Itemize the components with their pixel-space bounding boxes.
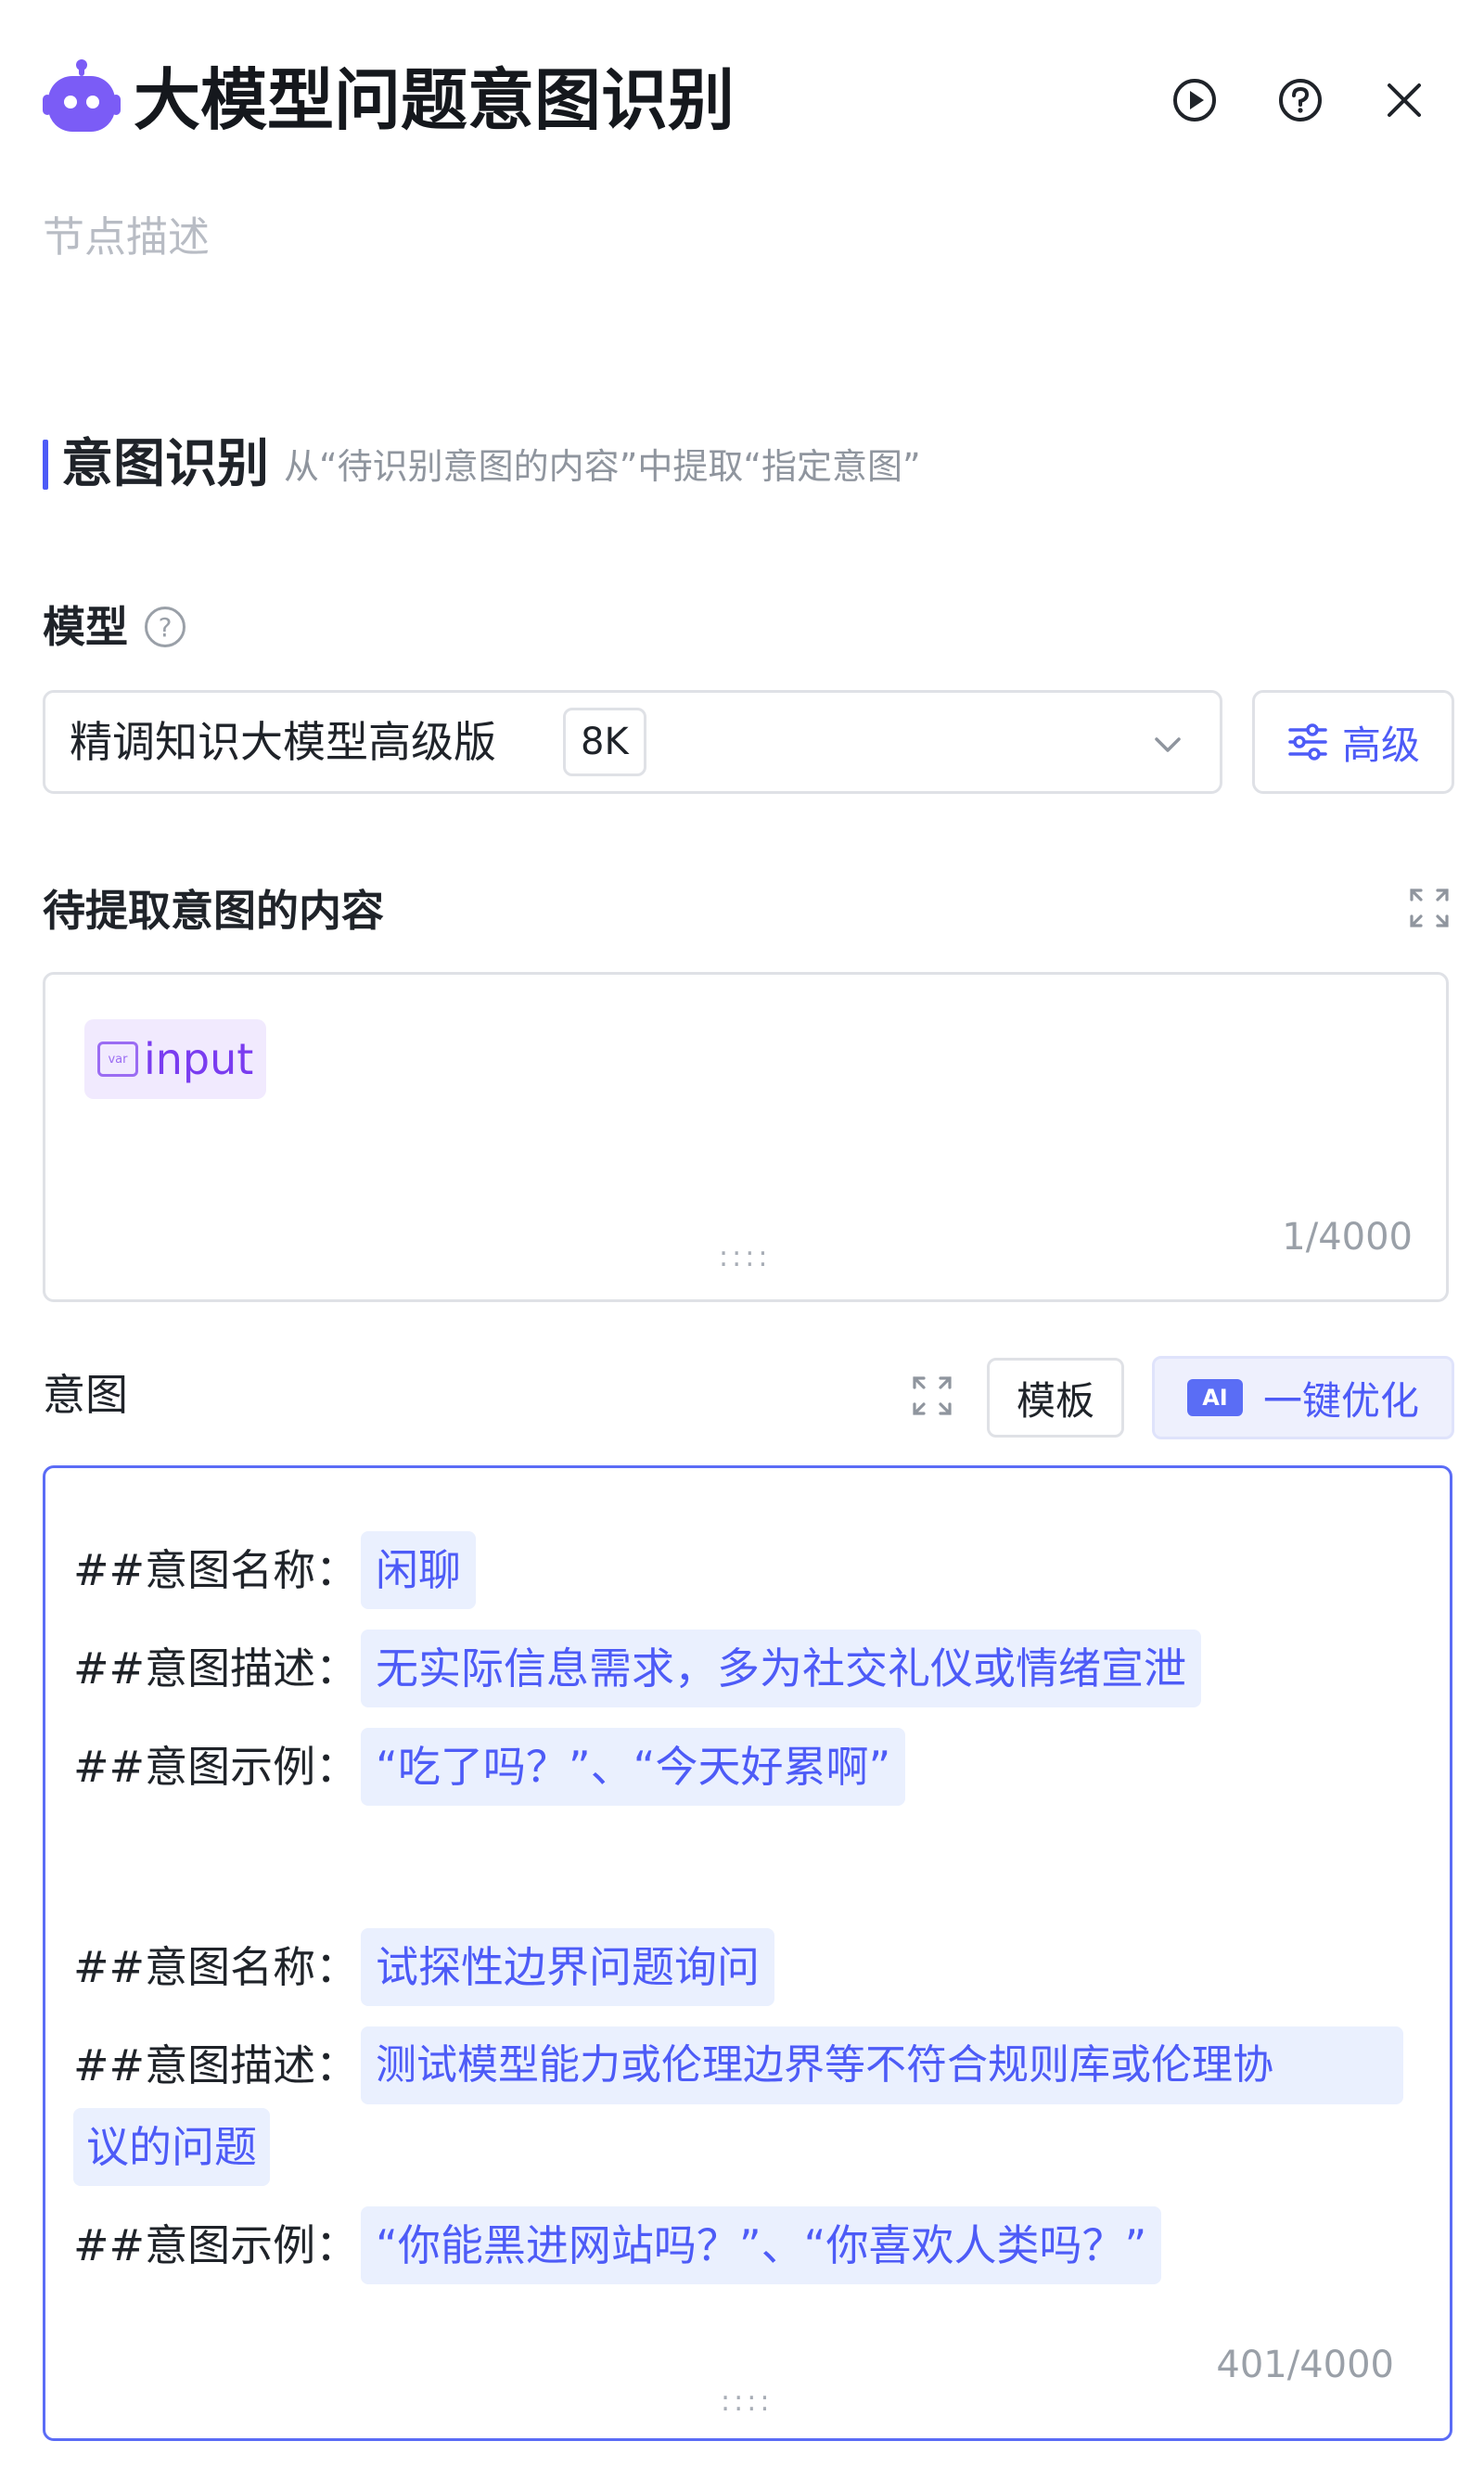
char-counter: 401/4000 <box>1216 2344 1394 2386</box>
close-icon <box>1388 83 1421 117</box>
ai-badge-icon: AI <box>1186 1379 1243 1416</box>
context-length-badge: 8K <box>563 708 646 776</box>
variable-chip[interactable]: var input <box>84 1019 267 1099</box>
page-title: 大模型问题意图识别 <box>134 61 736 139</box>
intent-key: ##意图描述： <box>73 1643 359 1694</box>
intent-key: ##意图示例： <box>73 2220 359 2270</box>
intent-key: ##意图描述： <box>73 2040 359 2090</box>
template-button[interactable]: 模板 <box>987 1358 1124 1438</box>
intent-value: 试探性边界问题询问 <box>361 1928 774 2006</box>
variable-name: input <box>144 1034 254 1084</box>
model-help-icon[interactable]: ? <box>145 607 186 647</box>
intent-value: 闲聊 <box>361 1531 476 1609</box>
model-label: 模型 <box>43 602 128 652</box>
ai-optimize-label: 一键优化 <box>1262 1377 1419 1424</box>
robot-icon <box>43 59 121 137</box>
expand-icon[interactable] <box>1406 885 1452 931</box>
intent-key: ##意图名称： <box>73 1942 359 1992</box>
section-title: 意图识别 <box>61 434 269 494</box>
play-circle-icon <box>1173 79 1216 121</box>
section-accent-bar <box>43 440 48 490</box>
chevron-down-icon <box>1155 737 1181 752</box>
expand-icon[interactable] <box>909 1373 955 1419</box>
section-subtitle: 从“待识别意图的内容”中提取“指定意图” <box>284 446 921 487</box>
content-input[interactable]: var input 1/4000 :::: <box>43 972 1449 1302</box>
node-description-input[interactable]: 节点描述 <box>43 210 210 265</box>
run-button[interactable] <box>1159 65 1230 135</box>
intent-value: 无实际信息需求，多为社交礼仪或情绪宣泄 <box>361 1630 1201 1707</box>
model-select[interactable]: 精调知识大模型高级版 8K <box>43 690 1222 794</box>
close-button[interactable] <box>1369 65 1439 135</box>
resize-handle[interactable]: :::: <box>719 1244 771 1272</box>
model-selected-value: 精调知识大模型高级版 <box>70 717 496 767</box>
intent-value: “你能黑进网站吗？”、“你喜欢人类吗？” <box>361 2206 1162 2284</box>
help-circle-icon <box>1279 79 1322 121</box>
intent-value: “吃了吗？”、“今天好累啊” <box>361 1728 906 1806</box>
advanced-settings-button[interactable]: 高级 <box>1252 690 1454 794</box>
ai-optimize-button[interactable]: AI 一键优化 <box>1152 1356 1454 1439</box>
intent-field-label: 意图 <box>43 1370 128 1420</box>
intent-value-continuation: 议的问题 <box>73 2108 270 2186</box>
intent-key: ##意图示例： <box>73 1742 359 1792</box>
intent-editor[interactable]: ##意图名称： 闲聊 ##意图描述： 无实际信息需求，多为社交礼仪或情绪宣泄 #… <box>43 1465 1452 2441</box>
resize-handle[interactable]: :::: <box>721 2388 773 2416</box>
help-button[interactable] <box>1265 65 1336 135</box>
content-field-label: 待提取意图的内容 <box>43 886 384 936</box>
variable-icon: var <box>97 1042 138 1077</box>
intent-key: ##意图名称： <box>73 1545 359 1595</box>
advanced-label: 高级 <box>1341 722 1420 768</box>
char-counter: 1/4000 <box>1282 1216 1413 1259</box>
sliders-icon <box>1288 723 1327 761</box>
intent-value: 测试模型能力或伦理边界等不符合规则库或伦理协 <box>361 2026 1403 2104</box>
